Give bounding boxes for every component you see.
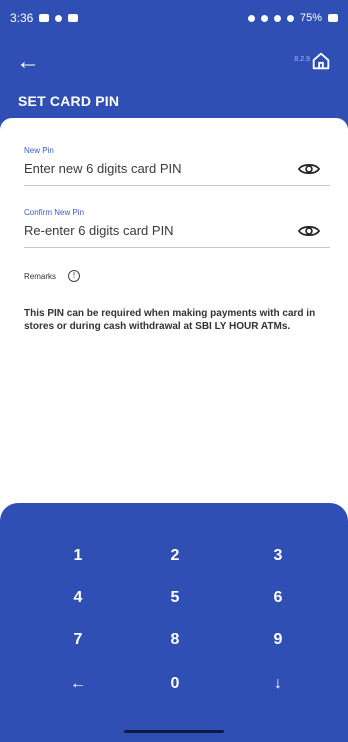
app-version: 8.2.9	[294, 56, 310, 63]
signal-icon	[286, 14, 294, 22]
page-title: SET CARD PIN	[18, 93, 120, 109]
gesture-bar[interactable]	[124, 730, 224, 733]
info-icon[interactable]: !	[68, 270, 81, 282]
numeric-keypad: 1 2 3 4 5 6 7 8 9 ← 0 ↓	[0, 503, 348, 742]
new-pin-input[interactable]	[24, 161, 294, 176]
status-left: 3:36	[10, 11, 79, 25]
notification-icon	[55, 14, 63, 22]
wifi-icon	[273, 14, 281, 22]
key-1[interactable]: 1	[58, 541, 98, 571]
confirm-pin-label: Confirm New Pin	[24, 208, 85, 217]
battery-icon	[328, 14, 338, 22]
key-5[interactable]: 5	[155, 583, 195, 613]
key-9[interactable]: 9	[258, 625, 298, 655]
confirm-pin-input[interactable]	[24, 223, 294, 238]
new-pin-field: New Pin	[24, 146, 330, 186]
key-6[interactable]: 6	[258, 583, 298, 613]
key-0[interactable]: 0	[155, 669, 195, 699]
new-pin-label: New Pin	[24, 146, 54, 155]
key-3[interactable]: 3	[258, 541, 298, 571]
bluetooth-icon	[247, 14, 255, 22]
battery-percent: 75%	[299, 12, 322, 24]
status-bar: 3:36 75%	[0, 0, 348, 36]
eye-icon[interactable]	[298, 162, 320, 176]
backspace-key[interactable]: ←	[58, 669, 98, 699]
remarks-label: Remarks	[24, 271, 57, 281]
confirm-pin-field: Confirm New Pin	[24, 208, 330, 248]
status-time: 3:36	[10, 11, 34, 25]
gallery-icon	[39, 14, 50, 22]
key-8[interactable]: 8	[155, 625, 195, 655]
remarks-row: Remarks !	[24, 270, 81, 282]
hide-keypad-key[interactable]: ↓	[258, 669, 298, 699]
mute-icon	[260, 14, 268, 22]
message-icon	[68, 14, 79, 22]
app-header: ← 8.2.9 SET CARD PIN	[0, 36, 348, 120]
key-4[interactable]: 4	[58, 583, 98, 613]
back-arrow-icon[interactable]: ←	[16, 50, 40, 74]
status-right: 75%	[247, 12, 338, 24]
key-2[interactable]: 2	[155, 541, 195, 571]
remarks-text: This PIN can be required when making pay…	[24, 308, 316, 332]
key-7[interactable]: 7	[58, 625, 98, 655]
home-icon[interactable]	[310, 50, 332, 72]
eye-icon[interactable]	[298, 224, 320, 238]
